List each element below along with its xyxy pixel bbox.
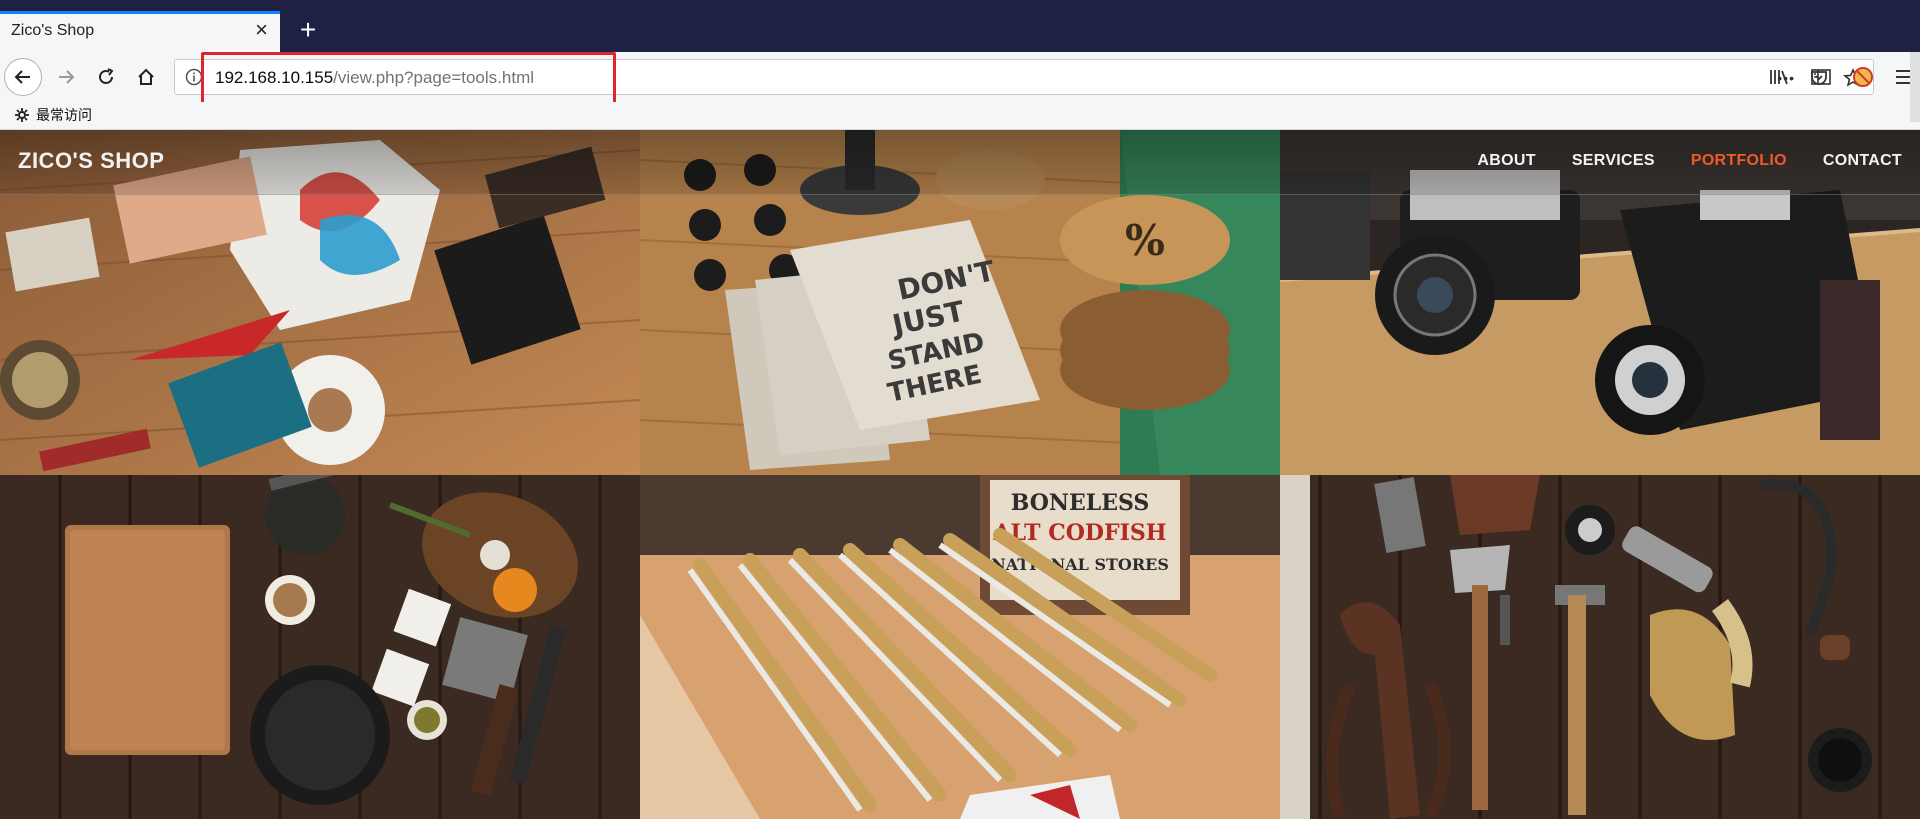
new-tab-button[interactable]: + [290, 12, 326, 48]
hand-tools-image [1280, 475, 1920, 819]
bookmark-most-visited[interactable]: 最常访问 [14, 105, 92, 125]
rulers-image: BONELESS ALT CODFISH NATIONAL STORES [640, 475, 1280, 819]
nav-portfolio[interactable]: PORTFOLIO [1691, 152, 1787, 170]
kitchen-image [0, 475, 640, 819]
site-logo[interactable]: ZICO'S SHOP [18, 148, 164, 174]
tab-strip: Zico's Shop × + [0, 0, 1920, 52]
reload-button[interactable] [86, 57, 126, 97]
home-button[interactable] [126, 57, 166, 97]
address-bar[interactable]: 192.168.10.155/view.php?page=tools.html … [174, 59, 1874, 95]
back-button[interactable] [4, 58, 42, 96]
site-info-icon[interactable] [185, 68, 203, 86]
forward-arrow-icon [59, 70, 75, 84]
forward-button[interactable] [46, 57, 86, 97]
gear-icon [15, 108, 29, 122]
browser-tab[interactable]: Zico's Shop × [0, 11, 280, 52]
nav-services[interactable]: SERVICES [1572, 152, 1655, 170]
reload-icon [99, 68, 114, 84]
nav-about[interactable]: ABOUT [1477, 152, 1535, 170]
navigation-toolbar: 192.168.10.155/view.php?page=tools.html … [0, 52, 1920, 102]
bookmark-label: 最常访问 [36, 107, 92, 123]
web-page: % DON'T JUST STAND THERE BONELESS ALT CO… [0, 130, 1920, 819]
portfolio-image-6[interactable] [1280, 475, 1920, 819]
svg-text:%: % [1125, 216, 1165, 265]
back-arrow-icon [14, 70, 30, 84]
url-path: /view.php?page=tools.html [333, 68, 535, 87]
library-icon[interactable] [1768, 67, 1790, 87]
blocker-icon[interactable] [1852, 66, 1874, 88]
svg-text:BONELESS: BONELESS [1011, 490, 1150, 516]
site-header: ZICO'S SHOP ABOUT SERVICES PORTFOLIO CON… [0, 130, 1920, 195]
svg-text:NATIONAL STORES: NATIONAL STORES [991, 555, 1169, 574]
tab-title: Zico's Shop [11, 22, 95, 39]
scrollbar[interactable] [1910, 52, 1920, 122]
site-nav: ABOUT SERVICES PORTFOLIO CONTACT [1477, 152, 1902, 170]
url-text[interactable]: 192.168.10.155/view.php?page=tools.html [215, 68, 534, 88]
close-tab-icon[interactable]: × [255, 19, 268, 41]
nav-contact[interactable]: CONTACT [1823, 152, 1902, 170]
portfolio-image-4[interactable] [0, 475, 640, 819]
sidebar-icon[interactable] [1810, 67, 1832, 87]
home-icon [138, 68, 154, 85]
portfolio-grid: % DON'T JUST STAND THERE BONELESS ALT CO… [0, 130, 1920, 819]
bookmarks-toolbar: 最常访问 [0, 102, 1920, 130]
url-host: 192.168.10.155 [215, 68, 334, 87]
portfolio-image-5[interactable]: BONELESS ALT CODFISH NATIONAL STORES [640, 475, 1280, 819]
